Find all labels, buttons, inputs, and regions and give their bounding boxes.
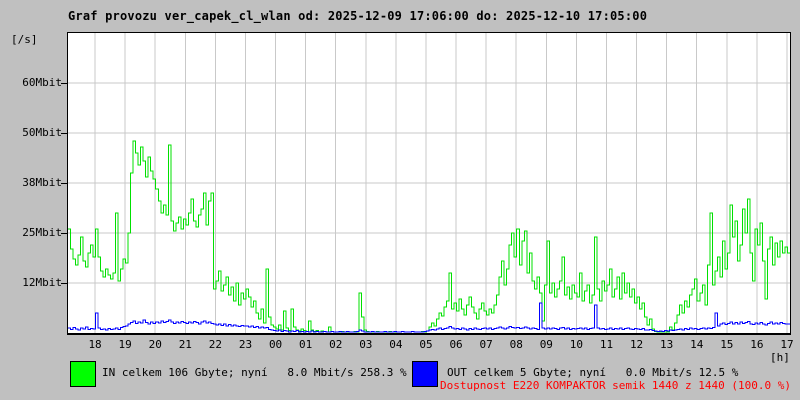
y-tick-label: 50Mbit (22, 126, 62, 139)
x-tick-label: 04 (389, 338, 403, 351)
x-tick-label: 23 (238, 338, 253, 351)
x-tick-label: 01 (299, 338, 313, 351)
out-legend-label: OUT celkem 5 Gbyte; nyní 0.0 Mbit/s 12.5… (447, 366, 739, 379)
in-legend-swatch (70, 361, 96, 387)
x-tick-label: 21 (178, 338, 192, 351)
y-axis-unit-label: [/s] (11, 33, 38, 46)
x-tick-label: 05 (419, 338, 433, 351)
x-tick-label: 17 (780, 338, 794, 351)
x-tick-label: 03 (359, 338, 373, 351)
x-tick-label: 09 (539, 338, 553, 351)
x-tick-label: 08 (509, 338, 523, 351)
x-tick-label: 13 (660, 338, 674, 351)
y-tick-label: 60Mbit (22, 76, 62, 89)
x-tick-label: 14 (690, 338, 704, 351)
y-tick-mark (61, 133, 67, 134)
out-legend-swatch (412, 361, 438, 387)
x-tick-label: 22 (208, 338, 223, 351)
y-tick-mark (61, 83, 67, 84)
x-tick-label: 12 (629, 338, 644, 351)
x-tick-label: 02 (329, 338, 343, 351)
y-tick-label: 38Mbit (22, 176, 62, 189)
graph-title: Graf provozu ver_capek_cl_wlan od: 2025-… (68, 9, 648, 23)
y-tick-label: 12Mbit (22, 276, 62, 289)
x-tick-label: 06 (449, 338, 463, 351)
y-tick-mark (61, 183, 67, 184)
y-tick-mark (61, 283, 67, 284)
x-tick-label: 11 (599, 338, 614, 351)
x-tick-label: 20 (148, 338, 162, 351)
x-tick-label: 15 (720, 338, 734, 351)
traffic-chart (68, 33, 790, 333)
x-tick-label: 10 (569, 338, 584, 351)
x-tick-label: 07 (479, 338, 493, 351)
x-tick-label: 00 (268, 338, 283, 351)
in-legend-label: IN celkem 106 Gbyte; nyní 8.0 Mbit/s 258… (102, 366, 407, 379)
availability-status-text: Dostupnost E220 KOMPAKTOR semik 1440 z 1… (440, 379, 791, 392)
y-tick-label: 25Mbit (22, 226, 62, 239)
x-tick-label: 19 (118, 338, 132, 351)
plot-area (67, 32, 791, 335)
x-tick-label: 18 (88, 338, 102, 351)
y-tick-mark (61, 233, 67, 234)
x-tick-label: 16 (750, 338, 764, 351)
mrtg-traffic-graph-page: { "title": "Graf provozu ver_capek_cl_wl… (0, 0, 800, 400)
x-axis-unit-label: [h] (770, 351, 790, 364)
